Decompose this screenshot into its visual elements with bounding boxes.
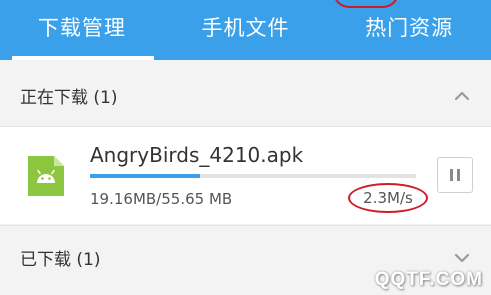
tab-bar: 下载管理 手机文件 热门资源 [0,0,491,60]
section-label: 已下载 (1) [20,249,101,270]
section-label: 正在下载 (1) [20,87,118,108]
tab-phone-files[interactable]: 手机文件 [164,0,328,60]
pause-icon [450,169,460,181]
chevron-up-icon [454,91,470,101]
download-progress-fill [90,174,201,178]
download-progress-bar [90,174,416,178]
tab-label: 手机文件 [201,16,290,40]
tab-label: 下载管理 [37,16,126,40]
file-name: AngryBirds_4210.apk [90,143,304,167]
pause-button[interactable] [437,157,473,193]
tab-hot-resources[interactable]: 热门资源 [327,0,491,60]
android-apk-icon [28,156,64,196]
download-item[interactable]: AngryBirds_4210.apk 19.16MB/55.65 MB 2.3… [0,127,491,224]
section-header-downloading[interactable]: 正在下载 (1) [0,64,491,127]
tab-download-manager[interactable]: 下载管理 [0,0,164,60]
tab-label: 热门资源 [365,16,454,40]
download-manager-screen: 下载管理 手机文件 热门资源 正在下载 (1) AngryBirds_4210.… [0,0,491,295]
download-size-text: 19.16MB/55.65 MB [90,190,233,208]
speed-annotation-circle: 2.3M/s [348,183,428,213]
download-speed: 2.3M/s [363,189,413,207]
watermark-logo: QQTF.COM [374,269,483,290]
active-tab-indicator [12,56,154,60]
chevron-down-icon [454,253,470,263]
